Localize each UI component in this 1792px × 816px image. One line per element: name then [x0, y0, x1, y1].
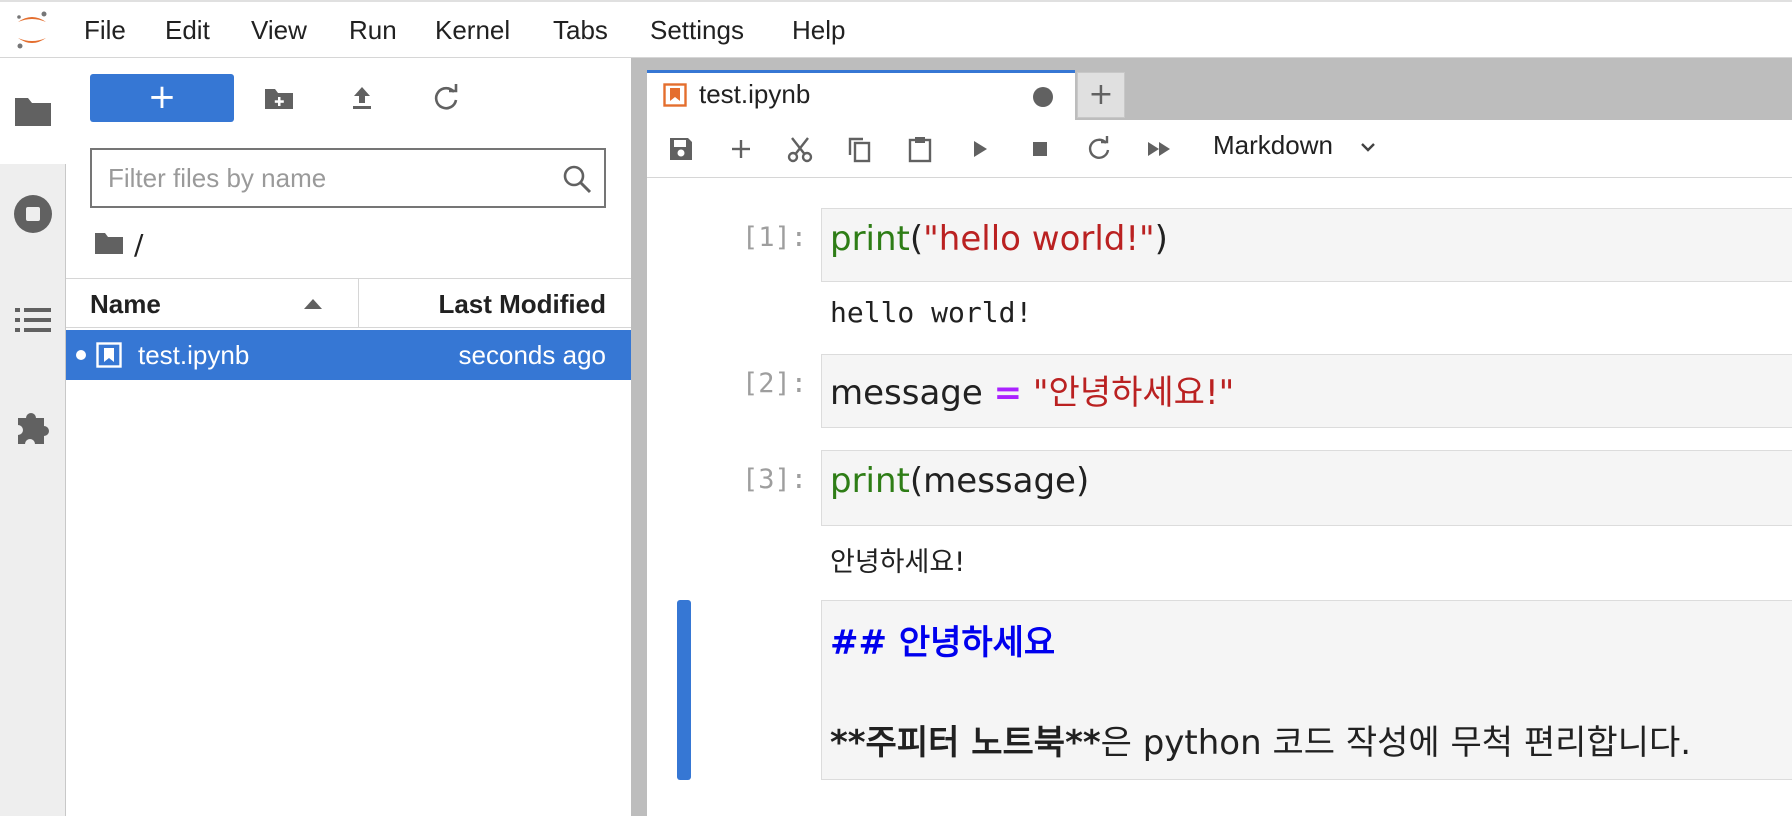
run-icon[interactable]	[965, 134, 995, 164]
search-icon	[563, 165, 592, 194]
extension-icon[interactable]	[12, 406, 54, 448]
column-name-header[interactable]: Name	[90, 289, 161, 320]
jupyter-logo-icon	[17, 11, 47, 49]
file-modified: seconds ago	[458, 340, 606, 370]
code-variable: message	[830, 373, 994, 413]
paste-icon[interactable]	[905, 134, 935, 164]
code-string: "안녕하세요!"	[1022, 373, 1235, 413]
menu-help[interactable]: Help	[792, 15, 845, 46]
notebook-toolbar: Markdown	[647, 120, 1792, 178]
code-cell-input[interactable]: print(message)	[821, 450, 1792, 526]
menu-tabs[interactable]: Tabs	[553, 15, 608, 46]
cell-prompt: [2]:	[741, 368, 807, 399]
save-icon[interactable]	[666, 134, 696, 164]
file-filter-field[interactable]	[90, 148, 606, 208]
markdown-text: 은 python 코드 작성에 무척 편리합니다.	[1100, 723, 1692, 763]
breadcrumb-root[interactable]: /	[134, 228, 143, 261]
menu-file[interactable]: File	[84, 15, 126, 46]
file-browser-panel: + / Name Last Modified	[66, 58, 631, 816]
running-indicator-icon	[76, 350, 86, 360]
cut-icon[interactable]	[785, 134, 815, 164]
code-line: print("hello world!")	[830, 219, 1168, 259]
insert-cell-icon[interactable]	[726, 134, 756, 164]
code-paren-close: )	[1154, 219, 1168, 259]
tab-bar: test.ipynb +	[647, 58, 1792, 120]
code-variable: message	[923, 461, 1076, 501]
restart-kernel-icon[interactable]	[1084, 134, 1114, 164]
code-string: "hello world!"	[923, 219, 1155, 259]
notebook-tab-icon	[663, 83, 687, 107]
toc-icon[interactable]	[12, 299, 54, 341]
active-cell-indicator[interactable]	[677, 600, 691, 780]
code-paren-close: )	[1075, 461, 1090, 501]
code-line: message = "안녕하세요!"	[830, 365, 1234, 414]
menu-edit[interactable]: Edit	[165, 15, 210, 46]
file-filter-input[interactable]	[108, 160, 548, 196]
markdown-bold: **주피터 노트북**	[830, 723, 1101, 763]
menu-settings[interactable]: Settings	[650, 15, 744, 46]
column-modified-header[interactable]: Last Modified	[438, 289, 606, 320]
markdown-heading: ## 안녕하세요	[830, 623, 1056, 663]
refresh-icon[interactable]	[430, 82, 462, 114]
main-area: test.ipynb + Markdown [1]: print("hello …	[647, 58, 1792, 816]
menu-view[interactable]: View	[251, 15, 307, 46]
cell-type-value: Markdown	[1213, 130, 1333, 160]
code-builtin: print	[830, 461, 910, 501]
cell-output: 안녕하세요!	[830, 547, 966, 578]
breadcrumb-folder-icon	[95, 233, 123, 254]
activity-bar	[0, 58, 66, 816]
cell-prompt: [3]:	[741, 464, 807, 495]
cell-type-dropdown[interactable]: Markdown	[1213, 130, 1375, 166]
notebook-file-icon	[96, 342, 122, 368]
new-folder-icon[interactable]	[263, 82, 295, 114]
tab-label: test.ipynb	[699, 79, 811, 109]
new-tab-button[interactable]: +	[1077, 72, 1125, 118]
new-launcher-label: +	[147, 77, 177, 117]
file-list-item[interactable]: test.ipynb seconds ago	[66, 330, 631, 380]
column-divider[interactable]	[358, 279, 359, 327]
stop-icon[interactable]	[1025, 134, 1055, 164]
tab-test-notebook[interactable]: test.ipynb	[647, 70, 1075, 120]
menu-run[interactable]: Run	[349, 15, 397, 46]
code-paren-open: (	[909, 219, 924, 259]
folder-icon[interactable]	[12, 90, 54, 132]
markdown-cell-input[interactable]: ## 안녕하세요 **주피터 노트북**은 python 코드 작성에 무척 편…	[821, 600, 1792, 780]
new-launcher-button[interactable]: +	[90, 74, 234, 122]
menu-kernel[interactable]: Kernel	[435, 15, 510, 46]
code-operator: =	[993, 373, 1023, 413]
code-paren-open: (	[909, 461, 924, 501]
running-icon[interactable]	[12, 193, 54, 235]
panel-splitter[interactable]	[631, 58, 647, 816]
code-cell-input[interactable]: print("hello world!")	[821, 208, 1792, 282]
file-list-header: Name Last Modified	[66, 278, 631, 328]
code-cell-input[interactable]: message = "안녕하세요!"	[821, 354, 1792, 428]
new-tab-label: +	[1088, 77, 1114, 112]
unsaved-indicator-icon[interactable]	[1033, 87, 1053, 107]
file-name: test.ipynb	[138, 340, 250, 370]
code-builtin: print	[830, 219, 910, 259]
menu-bar: File Edit View Run Kernel Tabs Settings …	[0, 0, 1792, 58]
cell-prompt: [1]:	[741, 222, 807, 253]
sort-ascending-icon	[304, 299, 322, 309]
chevron-down-icon	[1361, 143, 1375, 152]
cell-output: hello world!	[830, 296, 1033, 329]
copy-icon[interactable]	[845, 134, 875, 164]
markdown-paragraph: **주피터 노트북**은 python 코드 작성에 무척 편리합니다.	[830, 715, 1691, 764]
code-line: print(message)	[830, 461, 1089, 501]
upload-icon[interactable]	[346, 82, 378, 114]
restart-run-all-icon[interactable]	[1144, 134, 1174, 164]
